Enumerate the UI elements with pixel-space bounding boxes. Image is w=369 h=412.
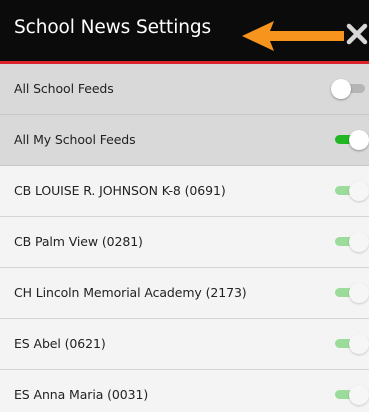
list-item-school-feed[interactable]: CH Lincoln Memorial Academy (2173): [0, 268, 369, 319]
list-item-label: CH Lincoln Memorial Academy (2173): [14, 285, 247, 300]
list-item-label: All School Feeds: [14, 81, 114, 96]
list-item-school-feed[interactable]: CB LOUISE R. JOHNSON K-8 (0691): [0, 166, 369, 217]
header-bar: School News Settings: [0, 0, 369, 64]
school-feed-toggle[interactable]: [335, 232, 369, 252]
list-item-all-my-school-feeds[interactable]: All My School Feeds: [0, 115, 369, 166]
list-item-label: CB Palm View (0281): [14, 234, 143, 249]
school-feed-list: All School Feeds All My School Feeds CB …: [0, 64, 369, 412]
orange-arrow-left-icon: [242, 21, 344, 51]
school-news-settings-screen: School News Settings All School Feeds Al…: [0, 0, 369, 412]
list-item-label: CB LOUISE R. JOHNSON K-8 (0691): [14, 183, 226, 198]
list-item-label: ES Anna Maria (0031): [14, 387, 149, 402]
toggle-knob: [349, 385, 369, 405]
list-item-school-feed[interactable]: ES Anna Maria (0031): [0, 370, 369, 412]
toggle-knob: [349, 130, 369, 150]
list-item-school-feed[interactable]: ES Abel (0621): [0, 319, 369, 370]
all-school-feeds-toggle[interactable]: [331, 79, 369, 99]
school-feed-toggle[interactable]: [335, 385, 369, 405]
list-item-all-school-feeds[interactable]: All School Feeds: [0, 64, 369, 115]
school-feed-toggle[interactable]: [335, 334, 369, 354]
close-icon[interactable]: [346, 23, 368, 45]
list-item-label: ES Abel (0621): [14, 336, 106, 351]
school-feed-toggle[interactable]: [335, 283, 369, 303]
all-my-school-feeds-toggle[interactable]: [335, 130, 369, 150]
toggle-knob: [349, 334, 369, 354]
toggle-knob: [349, 283, 369, 303]
list-item-label: All My School Feeds: [14, 132, 136, 147]
toggle-knob: [349, 232, 369, 252]
toggle-knob: [331, 79, 351, 99]
toggle-knob: [349, 181, 369, 201]
list-item-school-feed[interactable]: CB Palm View (0281): [0, 217, 369, 268]
school-feed-toggle[interactable]: [335, 181, 369, 201]
page-title: School News Settings: [14, 17, 212, 38]
